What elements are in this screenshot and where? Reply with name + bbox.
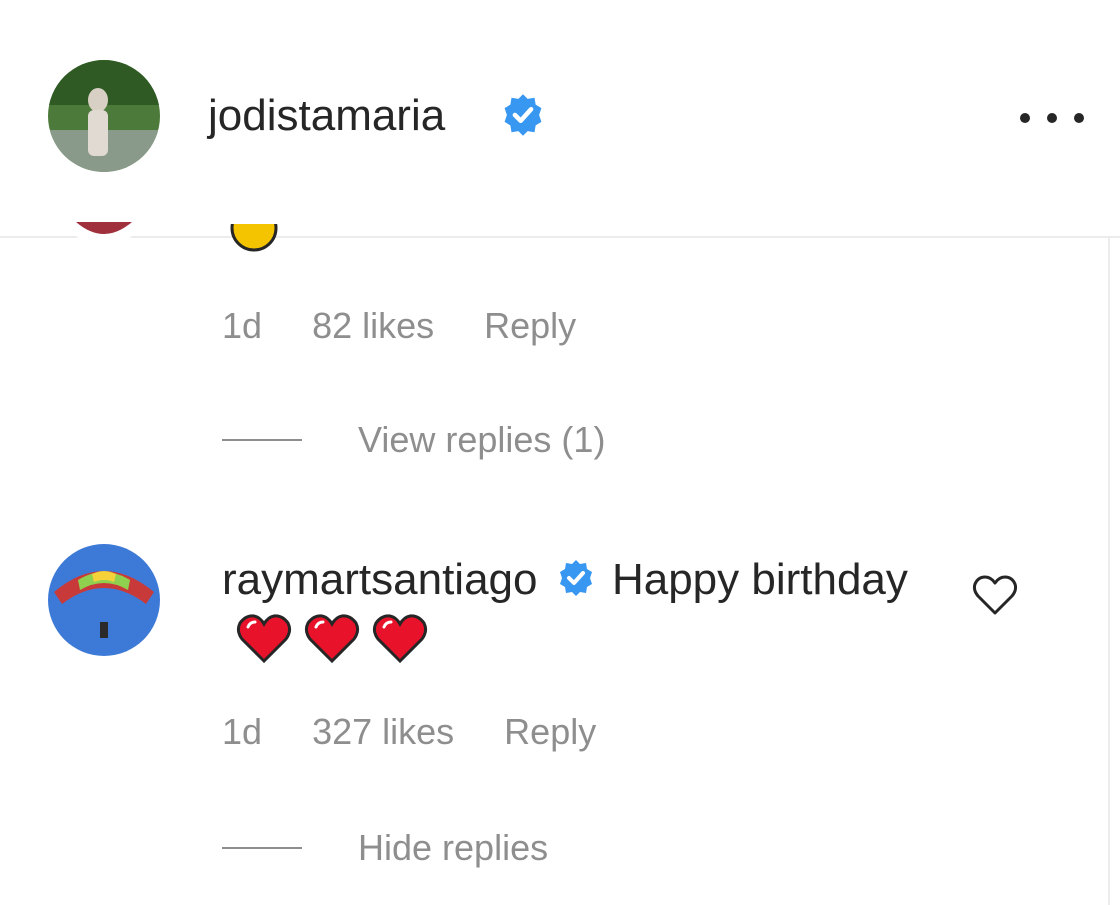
comment-meta: 1d 327 likes Reply	[222, 710, 636, 754]
header-username[interactable]: jodistamaria	[208, 88, 445, 144]
heart-emojis	[236, 613, 428, 664]
view-replies-label: View replies (1)	[358, 419, 606, 460]
dot	[1047, 113, 1057, 123]
replies-dash	[222, 847, 302, 849]
heart-outline-icon[interactable]	[972, 574, 1018, 616]
comment-time: 1d	[222, 711, 263, 752]
red-heart-icon	[304, 614, 360, 664]
replies-dash	[222, 439, 302, 441]
comment-time: 1d	[222, 305, 263, 346]
comment-message: Happy birthday	[611, 555, 908, 604]
previous-commenter-avatar[interactable]	[72, 222, 136, 246]
reply-button[interactable]: Reply	[484, 304, 576, 348]
hide-replies-label: Hide replies	[358, 827, 549, 868]
red-heart-icon	[372, 614, 428, 664]
comment-body: raymartsantiago Happy birthday	[222, 552, 922, 664]
previous-comment-meta: 1d 82 likes Reply	[222, 304, 616, 348]
profile-avatar[interactable]	[48, 60, 160, 172]
more-options-icon[interactable]	[1020, 100, 1084, 136]
scroll-divider	[1108, 238, 1110, 905]
post-header: jodistamaria	[0, 0, 1120, 238]
view-replies-button[interactable]: View replies (1)	[222, 418, 605, 462]
emoji-icon	[228, 224, 280, 254]
verified-badge-icon	[504, 94, 542, 136]
avatar-photo	[48, 60, 160, 172]
comment-username[interactable]: raymartsantiago	[222, 555, 537, 604]
dot	[1074, 113, 1084, 123]
red-heart-icon	[236, 614, 292, 664]
reply-button[interactable]: Reply	[504, 710, 596, 754]
avatar-photo	[72, 222, 136, 246]
commenter-avatar[interactable]	[48, 544, 160, 656]
verified-badge-icon	[559, 560, 592, 597]
dot	[1020, 113, 1030, 123]
comment-likes[interactable]: 82 likes	[312, 304, 434, 348]
hide-replies-button[interactable]: Hide replies	[222, 826, 548, 870]
comment-likes[interactable]: 327 likes	[312, 710, 454, 754]
avatar-photo	[48, 544, 160, 656]
